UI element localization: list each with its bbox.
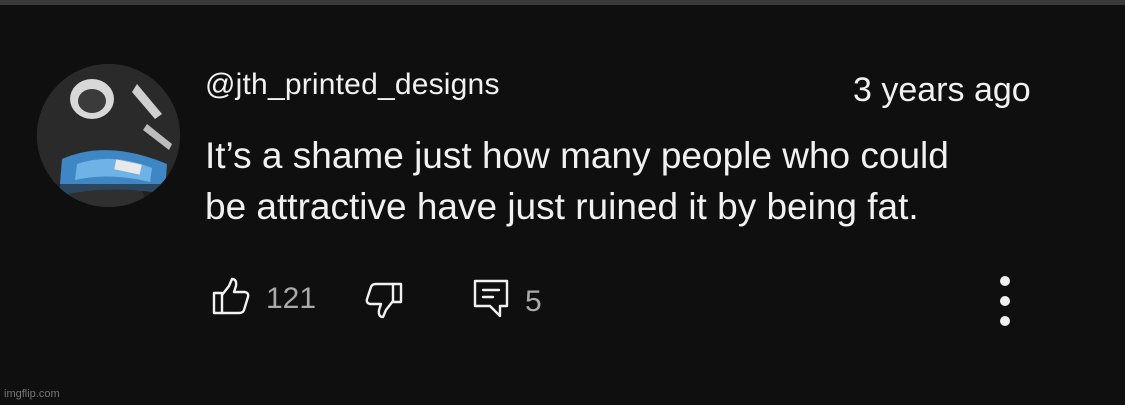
reply-icon <box>472 278 510 325</box>
reply-count: 5 <box>525 284 542 318</box>
reply-button[interactable]: 5 <box>472 278 542 325</box>
comment-timestamp[interactable]: 3 years ago <box>853 71 1031 110</box>
more-options-button[interactable] <box>990 276 1020 326</box>
like-count: 121 <box>266 281 317 315</box>
like-button[interactable]: 121 <box>211 276 316 321</box>
thumbs-up-icon <box>211 276 251 321</box>
watermark: imgflip.com <box>4 388 60 400</box>
avatar-photo-icon <box>37 64 180 207</box>
comment-body: It’s a shame just how many people who co… <box>205 130 1085 232</box>
comment-text-line: be attractive have just ruined it by bei… <box>205 186 919 227</box>
thumbs-down-icon <box>364 281 404 326</box>
dislike-button[interactable] <box>364 281 404 326</box>
avatar[interactable] <box>37 64 180 207</box>
comment-text-line: It’s a shame just how many people who co… <box>205 135 949 176</box>
comment-card: @jth_printed_designs 3 years ago It’s a … <box>0 0 1125 400</box>
comment-author[interactable]: @jth_printed_designs <box>205 68 500 102</box>
